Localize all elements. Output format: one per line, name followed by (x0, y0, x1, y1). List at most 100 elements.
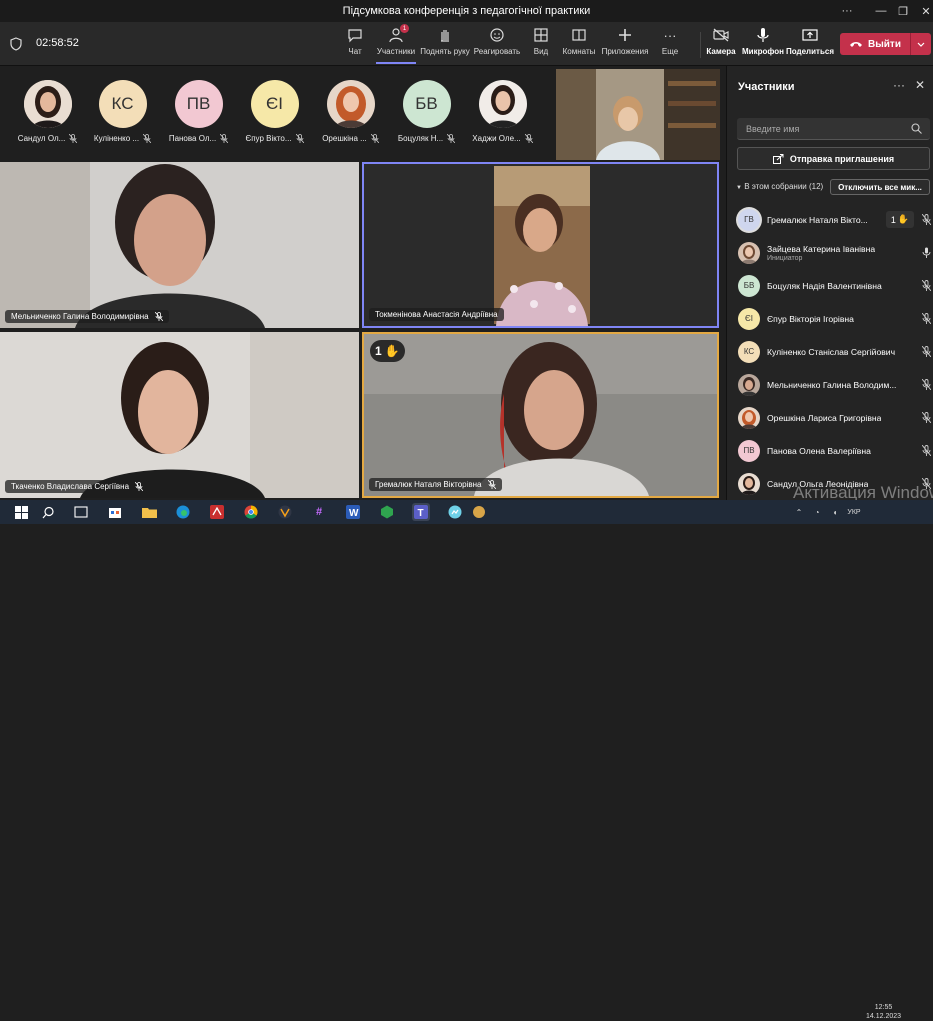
tile-name-label: Ткаченко Владислава Сергіївна (5, 480, 150, 493)
avatar: КС (98, 80, 147, 128)
video-tile[interactable]: Мельниченко Галина Володимирівна (0, 162, 359, 328)
avatar (478, 80, 527, 128)
video-tile-hand-raised[interactable]: 1 ✋ Гремалюк Наталя Вікторівна (362, 332, 719, 498)
raise-hand-icon: ✋ (384, 344, 400, 358)
tray-app-icon[interactable] (470, 503, 488, 521)
meeting-timer: 02:58:52 (36, 37, 79, 49)
participant-search[interactable] (737, 118, 930, 140)
avatar (738, 406, 760, 429)
mic-off-icon (370, 134, 379, 143)
list-item[interactable]: БВ Боцуляк Надія Валентинівна (727, 269, 933, 302)
mic-icon (754, 26, 772, 44)
language-indicator[interactable]: УКР (844, 503, 864, 521)
search-input[interactable] (737, 118, 930, 139)
list-item[interactable]: ПВ Панова Олена Валеріївна (727, 434, 933, 467)
avatar-tile[interactable]: БВ Боцуляк Н... (389, 80, 464, 143)
avatar-tile[interactable]: КС Кулiненко ... (85, 80, 160, 143)
participant-video (0, 162, 359, 328)
react-button[interactable]: Реагировать (473, 26, 521, 64)
participant-video (0, 332, 359, 498)
view-button[interactable]: Вид (528, 26, 554, 64)
mic-off-icon[interactable] (922, 346, 931, 357)
participant-video (364, 334, 717, 496)
leave-button[interactable]: Выйти (840, 33, 931, 55)
tile-name-label: Токменiнова Анастасія Андріївна (369, 308, 504, 321)
avatar: КС (738, 340, 760, 363)
more-options-icon[interactable]: ··· (830, 0, 864, 22)
list-item[interactable]: ЄІ Єпур Вікторія Ігорівна (727, 302, 933, 335)
panel-more-icon[interactable]: ··· (893, 78, 905, 92)
green-app-icon[interactable] (378, 503, 396, 521)
word-icon[interactable]: W (344, 503, 362, 521)
rooms-button[interactable]: Комнаты (562, 26, 596, 64)
self-video (556, 69, 720, 160)
tile-name-label: Гремалюк Наталя Вікторівна (369, 478, 502, 491)
network-icon[interactable]: ◔ (808, 503, 826, 521)
participants-button[interactable]: 1 Участники (376, 24, 416, 64)
shield-icon (10, 37, 22, 51)
avatar-tile[interactable]: Орешкіна ... (313, 80, 388, 143)
raise-hand-button[interactable]: Поднять руку (420, 26, 470, 64)
list-item[interactable]: Мельниченко Галина Володим... (727, 368, 933, 401)
avatar-tile[interactable]: ЄІ Єпур Вікто... (237, 80, 312, 143)
avatar: ЄІ (738, 307, 760, 330)
mic-off-icon (295, 134, 304, 143)
messenger-icon[interactable] (446, 503, 464, 521)
file-explorer-icon[interactable] (140, 503, 158, 521)
edge-icon[interactable] (174, 503, 192, 521)
self-video-tile[interactable] (556, 69, 720, 160)
avatar-strip: Сандул Ол... КС Кулiненко ... ПВ Панова … (0, 66, 550, 160)
mic-off-icon[interactable] (922, 313, 931, 324)
mic-off-icon[interactable] (922, 379, 931, 390)
raised-hand-indicator: 1 ✋ (886, 211, 914, 228)
system-clock[interactable]: 12:55 14.12.2023 (866, 1003, 901, 1021)
list-item[interactable]: ГВ Гремалюк Наталя Вікто... 1 ✋ (727, 203, 933, 236)
raised-hand-indicator: 1 ✋ (370, 340, 405, 362)
windows-start-icon[interactable] (12, 503, 30, 521)
avatar: ПВ (174, 80, 223, 128)
microphone-button[interactable]: Микрофон (742, 26, 784, 64)
teams-icon[interactable]: T (412, 503, 430, 521)
close-window-icon[interactable]: ✕ (909, 0, 933, 22)
svg-text:T: T (418, 508, 424, 519)
leave-main[interactable]: Выйти (840, 33, 911, 55)
apps-button[interactable]: Приложения (601, 26, 649, 64)
system-tray-icons[interactable]: ⌃ (790, 503, 808, 521)
mic-icon[interactable] (922, 247, 931, 258)
search-icon[interactable] (39, 503, 57, 521)
avatar (326, 80, 375, 128)
close-panel-icon[interactable]: ✕ (915, 78, 925, 92)
react-icon (488, 26, 506, 44)
chat-button[interactable]: Чат (340, 26, 370, 64)
raise-hand-icon (436, 26, 454, 44)
task-view-icon[interactable] (72, 503, 90, 521)
store-icon[interactable] (106, 503, 124, 521)
hashtag-app-icon[interactable]: # (310, 503, 328, 521)
list-item[interactable]: Орешкіна Лариса Григорівна (727, 401, 933, 434)
mute-all-button[interactable]: Отключить все мик... (830, 179, 930, 195)
browser-app-icon[interactable] (276, 503, 294, 521)
share-button[interactable]: Поделиться (786, 26, 834, 64)
pdf-reader-icon[interactable] (208, 503, 226, 521)
mic-off-icon[interactable] (922, 280, 931, 291)
avatar-tile[interactable]: Хаджи Оле... (465, 80, 540, 143)
more-button[interactable]: ··· Еще (659, 26, 681, 64)
list-item[interactable]: Зайцева Катерина Іванівна Инициатор (727, 236, 933, 269)
raise-hand-icon: ✋ (897, 214, 910, 224)
avatar-tile[interactable]: ПВ Панова Ол... (161, 80, 236, 143)
camera-button[interactable]: Камера (706, 26, 736, 64)
video-tile-active-speaker[interactable]: Токменiнова Анастасія Андріївна (362, 162, 719, 328)
volume-icon[interactable]: ◖ (826, 503, 844, 521)
chrome-icon[interactable] (242, 503, 260, 521)
video-tile[interactable]: Ткаченко Владислава Сергіївна (0, 332, 359, 498)
send-invite-button[interactable]: Отправка приглашения (737, 147, 930, 170)
avatar (738, 241, 760, 264)
avatar: БВ (738, 274, 760, 297)
mic-off-icon[interactable] (922, 214, 931, 225)
avatar-tile[interactable]: Сандул Ол... (10, 80, 85, 143)
in-meeting-section[interactable]: ▼ В этом собрании (12) Отключить все мик… (727, 179, 933, 195)
leave-options-chevron-icon[interactable] (911, 33, 931, 55)
mic-off-icon[interactable] (922, 412, 931, 423)
list-item[interactable]: КС Кулiненко Станіслав Сергійович (727, 335, 933, 368)
mic-off-icon[interactable] (922, 445, 931, 456)
